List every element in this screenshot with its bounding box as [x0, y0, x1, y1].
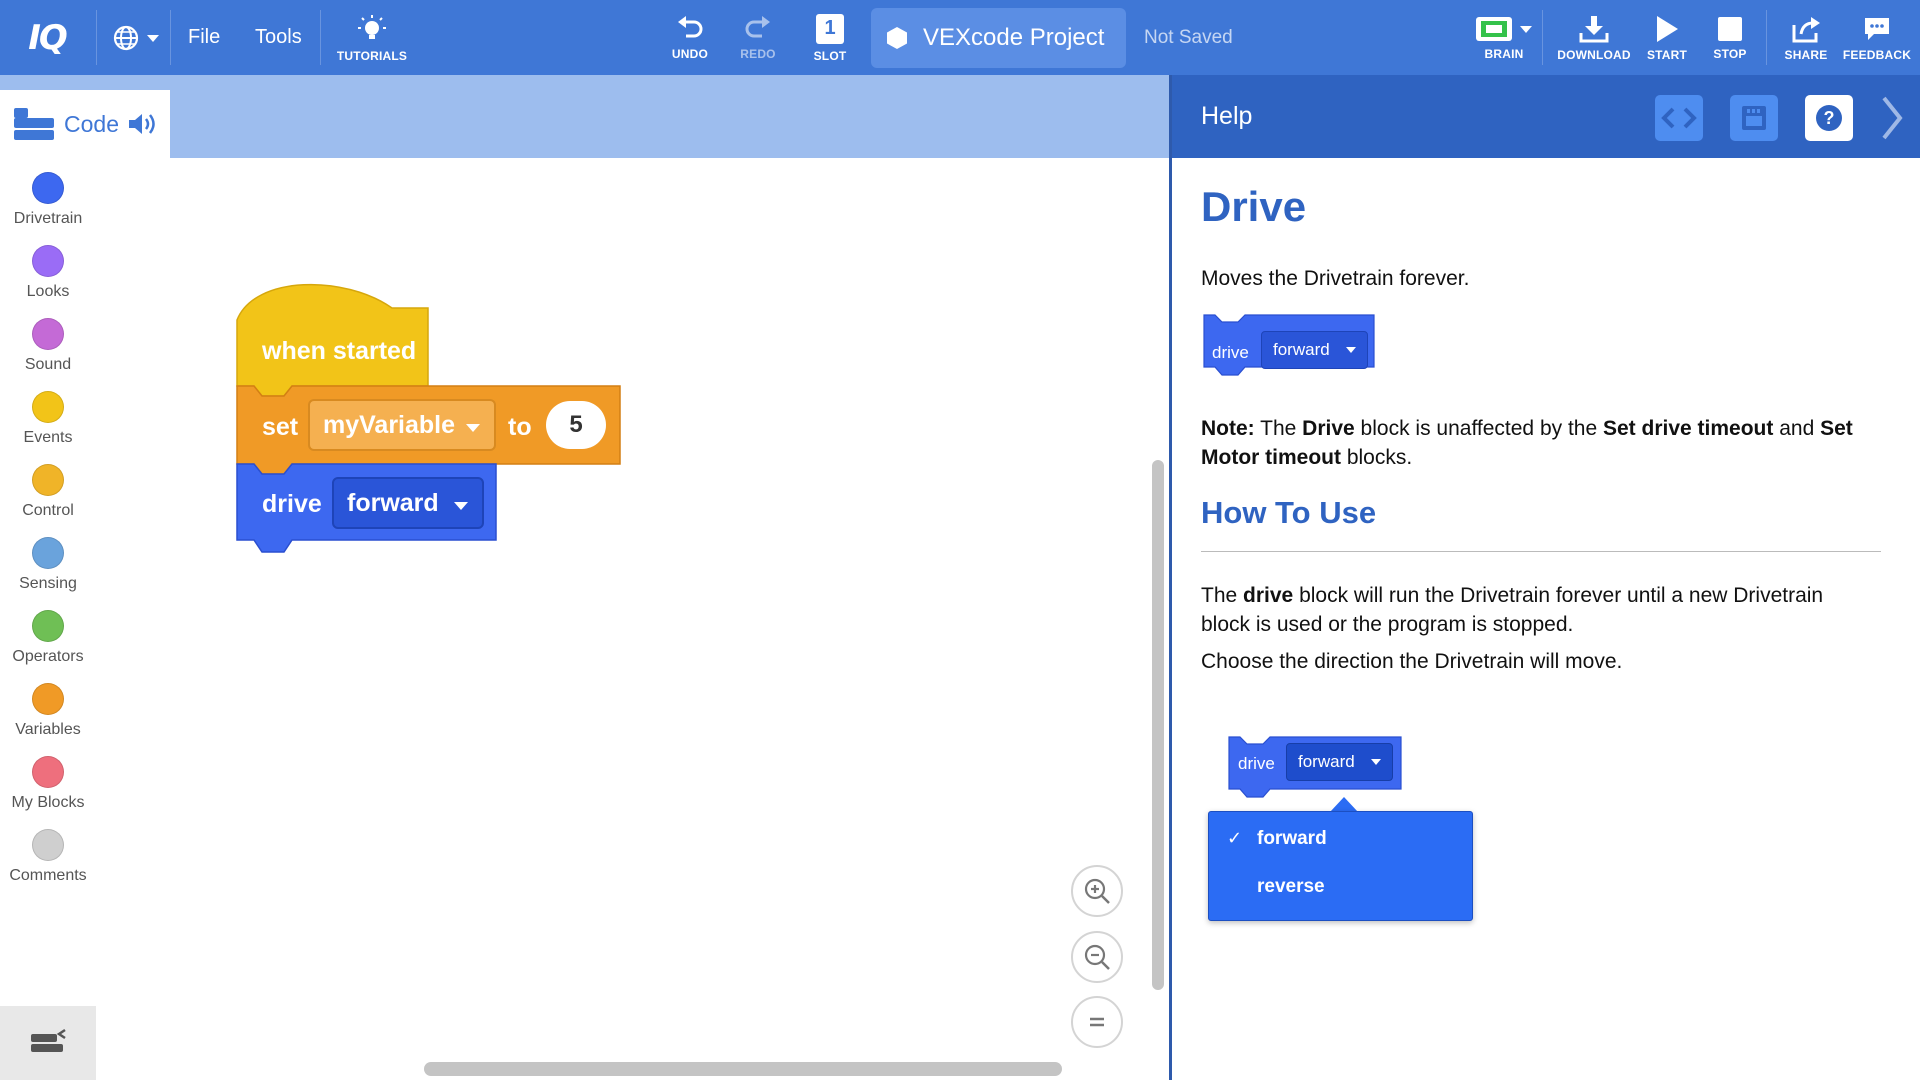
stop-button[interactable]: STOP — [1700, 8, 1760, 68]
section-divider — [1201, 551, 1881, 552]
stop-label: STOP — [1713, 46, 1747, 61]
zoom-reset-button[interactable] — [1071, 996, 1123, 1048]
caret-down-icon — [466, 424, 480, 432]
help-heading: Drive — [1201, 183, 1307, 230]
dropdown-example-direction-field: forward — [1286, 743, 1393, 781]
help-note: Note: The Drive block is unaffected by t… — [1201, 414, 1881, 472]
share-label: SHARE — [1784, 47, 1828, 62]
block-stack — [236, 283, 621, 553]
direction-value: forward — [347, 488, 439, 517]
device-icon — [1742, 106, 1766, 130]
note-bold: Set drive timeout — [1603, 417, 1774, 440]
toolbar-divider — [1542, 10, 1543, 65]
dropdown-pointer — [1330, 797, 1358, 812]
chat-bubble-icon — [1865, 17, 1889, 40]
direction-dropdown[interactable]: forward — [332, 477, 484, 529]
chevron-down-icon — [1520, 25, 1532, 33]
toolbar-divider — [1766, 10, 1767, 65]
help-button[interactable]: ? — [1805, 95, 1853, 141]
caret-down-icon — [454, 502, 468, 510]
dropdown-example-drive-label: drive — [1238, 754, 1275, 773]
example-direction-field: forward — [1261, 331, 1368, 369]
variable-name: myVariable — [323, 410, 456, 439]
note-text: and — [1779, 417, 1815, 440]
collapse-panel-button[interactable] — [1872, 95, 1912, 141]
help-panel: Help ? Drive Moves the Drivetrain foreve… — [1169, 75, 1920, 1080]
dropdown-example-direction-value: forward — [1298, 752, 1355, 771]
zoom-out-button[interactable] — [1071, 931, 1123, 983]
note-text: block is unaffected by the — [1360, 417, 1598, 440]
download-icon — [1579, 15, 1609, 42]
code-view-button[interactable] — [1655, 95, 1703, 141]
vertical-scrollbar[interactable] — [1152, 460, 1164, 990]
note-text: The — [1260, 417, 1297, 440]
zoom-in-icon — [1084, 878, 1110, 904]
zoom-out-icon — [1084, 944, 1110, 970]
drive-label: drive — [262, 490, 322, 518]
download-button[interactable]: DOWNLOAD — [1554, 8, 1634, 68]
help-title: Help — [1201, 102, 1253, 130]
dropdown-option-forward[interactable]: forward — [1257, 828, 1327, 850]
share-button[interactable]: SHARE — [1776, 8, 1836, 68]
stop-icon — [1718, 16, 1742, 41]
zoom-in-button[interactable] — [1071, 865, 1123, 917]
direction-description: Choose the direction the Drivetrain will… — [1201, 650, 1623, 673]
caret-down-icon — [1346, 347, 1356, 353]
set-label: set — [262, 413, 299, 441]
horizontal-scrollbar[interactable] — [424, 1062, 1062, 1076]
usage-text: block will run the Drivetrain forever un… — [1201, 584, 1824, 636]
note-bold: Drive — [1302, 417, 1355, 440]
start-label: START — [1646, 47, 1688, 62]
example-direction-value: forward — [1273, 340, 1330, 359]
how-to-use-heading: How To Use — [1201, 495, 1377, 530]
brain-icon — [1476, 16, 1512, 41]
checkmark-icon: ✓ — [1227, 828, 1243, 848]
usage-bold: drive — [1243, 584, 1294, 607]
variable-dropdown[interactable]: myVariable — [308, 399, 496, 451]
when-started-label: when started — [262, 337, 417, 365]
code-brackets-icon — [1661, 107, 1697, 129]
to-label: to — [508, 413, 532, 441]
help-header: Help ? — [1172, 75, 1920, 158]
brain-label: BRAIN — [1484, 46, 1524, 61]
svg-text:?: ? — [1824, 108, 1835, 128]
example-drive-label: drive — [1212, 343, 1249, 362]
dropdown-option-reverse[interactable]: reverse — [1257, 876, 1325, 898]
play-icon — [1657, 15, 1678, 42]
brain-button[interactable]: BRAIN — [1466, 8, 1542, 68]
note-label: Note: — [1201, 417, 1255, 440]
equals-icon — [1090, 1017, 1104, 1027]
device-view-button[interactable] — [1730, 95, 1778, 141]
help-description: Moves the Drivetrain forever. — [1201, 267, 1470, 290]
feedback-button[interactable]: FEEDBACK — [1840, 8, 1914, 68]
start-button[interactable]: START — [1636, 8, 1698, 68]
feedback-label: FEEDBACK — [1842, 47, 1912, 62]
direction-dropdown-menu: ✓ forward reverse — [1208, 811, 1473, 921]
usage-description: The drive block will run the Drivetrain … — [1201, 581, 1861, 639]
chevron-right-icon — [1882, 96, 1903, 140]
share-icon — [1792, 16, 1820, 42]
download-label: DOWNLOAD — [1557, 47, 1631, 62]
value-input[interactable]: 5 — [546, 401, 606, 449]
note-text: blocks. — [1346, 446, 1413, 469]
usage-text: The — [1201, 584, 1238, 607]
question-icon: ? — [1816, 105, 1842, 131]
caret-down-icon — [1371, 759, 1381, 765]
